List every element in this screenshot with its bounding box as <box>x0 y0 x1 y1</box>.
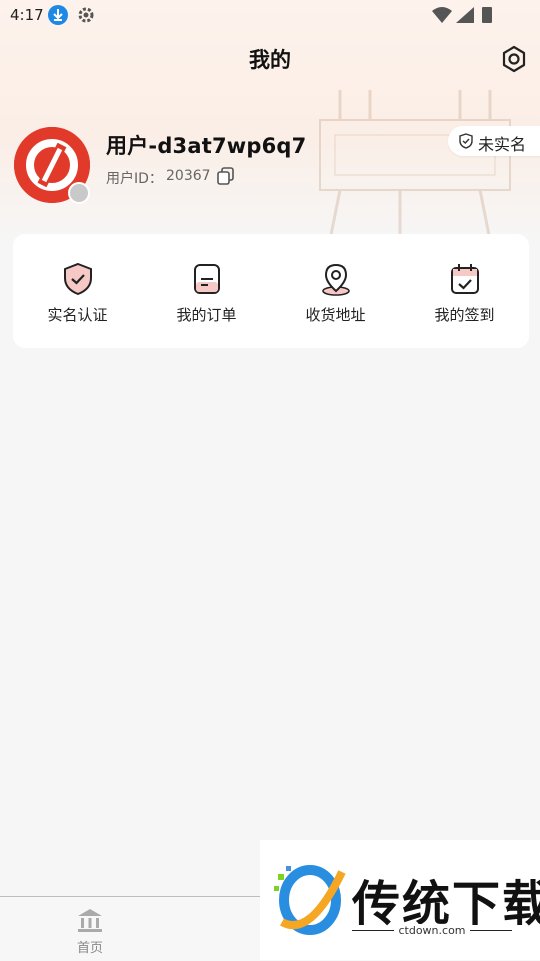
watermark-url-wrap: ctdown.com <box>352 924 512 937</box>
location-pin-icon <box>322 263 350 296</box>
signal-icon <box>456 7 474 23</box>
watermark-logo <box>274 865 346 935</box>
action-label: 我的订单 <box>176 306 237 324</box>
system-status-icons <box>432 7 492 23</box>
shield-icon <box>459 133 473 149</box>
user-id-label: 用户ID： <box>106 171 163 187</box>
wifi-icon <box>432 7 452 23</box>
realname-status-label: 未实名 <box>478 135 527 154</box>
username: 用户-d3at7wp6q7 <box>106 134 307 158</box>
action-my-checkin[interactable]: 我的签到 <box>400 234 529 348</box>
copy-icon[interactable] <box>216 166 236 186</box>
order-doc-icon <box>194 264 220 294</box>
realname-status-chip[interactable]: 未实名 <box>448 126 540 156</box>
page-title: 我的 <box>249 48 291 72</box>
bank-building-icon <box>78 909 102 932</box>
action-shipping-address[interactable]: 收货地址 <box>271 234 400 348</box>
status-time: 4:17 <box>10 6 44 24</box>
action-label: 收货地址 <box>305 306 366 324</box>
nav-item-label: 首页 <box>76 941 103 956</box>
profile-hero <box>0 0 540 240</box>
download-icon <box>48 5 68 25</box>
status-bar: 4:17 <box>0 0 540 30</box>
action-label: 实名认证 <box>47 306 108 324</box>
calendar-check-icon <box>451 264 479 294</box>
verified-badge-icon <box>68 182 90 204</box>
quick-actions-card: 实名认证 我的订单 收货地址 我的签到 <box>13 234 529 348</box>
action-my-orders[interactable]: 我的订单 <box>142 234 271 348</box>
shield-check-icon <box>64 262 92 296</box>
settings-gear-icon[interactable] <box>500 45 528 73</box>
action-realname-verify[interactable]: 实名认证 <box>13 234 142 348</box>
action-label: 我的签到 <box>434 306 495 324</box>
gear-icon <box>78 7 94 23</box>
nav-item-home[interactable]: 首页 <box>62 905 118 957</box>
user-id-value: 20367 <box>166 168 211 184</box>
watermark-url: ctdown.com <box>394 924 470 937</box>
site-watermark: 传统下载 ctdown.com <box>260 840 540 960</box>
battery-icon <box>482 7 492 23</box>
